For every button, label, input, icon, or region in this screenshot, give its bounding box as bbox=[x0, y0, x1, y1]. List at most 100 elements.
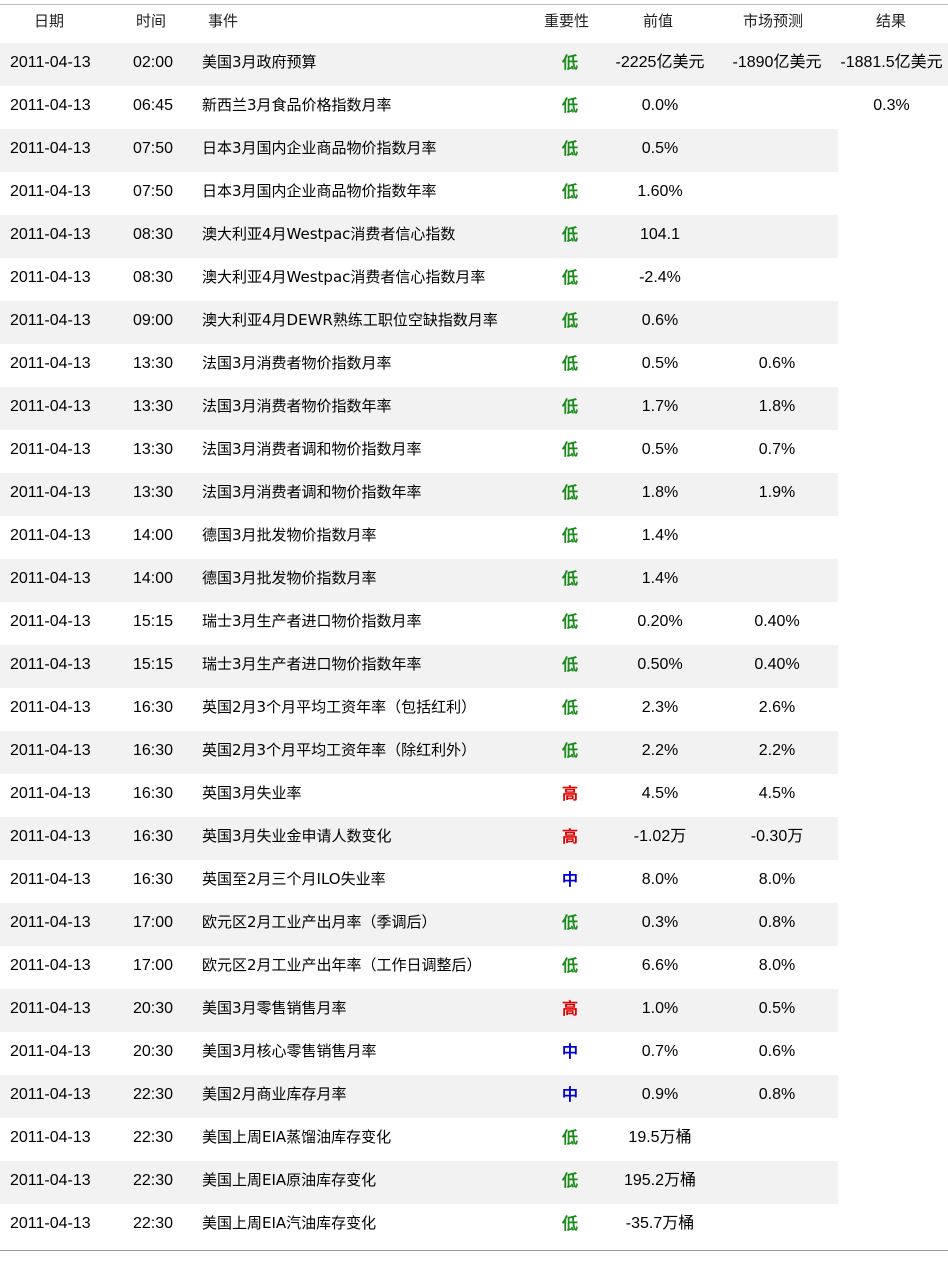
row-date: 2011-04-13 bbox=[10, 269, 91, 286]
row-forecast bbox=[718, 172, 836, 215]
bottom-divider bbox=[0, 1250, 948, 1251]
row-time: 14:00 bbox=[132, 527, 174, 544]
row-event: 德国3月批发物价指数月率 bbox=[202, 526, 377, 544]
table-row: 2011-04-13 20:30 美国3月核心零售销售月率 中 0.7% 0.6% bbox=[0, 1032, 948, 1075]
row-date: 2011-04-13 bbox=[10, 1086, 91, 1103]
row-event: 澳大利亚4月Westpac消费者信心指数月率 bbox=[202, 268, 486, 286]
row-date: 2011-04-13 bbox=[10, 97, 91, 114]
row-forecast: 0.40% bbox=[754, 613, 800, 630]
row-forecast: 8.0% bbox=[758, 957, 796, 974]
row-time: 17:00 bbox=[132, 914, 174, 931]
row-date: 2011-04-13 bbox=[10, 914, 91, 931]
row-time: 07:50 bbox=[132, 140, 174, 157]
table-row: 2011-04-13 07:50 日本3月国内企业商品物价指数月率 低 0.5% bbox=[0, 129, 948, 172]
row-importance: 低 bbox=[561, 225, 578, 244]
row-forecast: 0.8% bbox=[758, 1086, 796, 1103]
table-row: 2011-04-13 22:30 美国2月商业库存月率 中 0.9% 0.8% bbox=[0, 1075, 948, 1118]
row-time: 17:00 bbox=[132, 957, 174, 974]
row-event: 新西兰3月食品价格指数月率 bbox=[202, 96, 392, 114]
row-time: 15:15 bbox=[132, 613, 174, 630]
row-time: 02:00 bbox=[132, 54, 174, 71]
row-result bbox=[835, 1161, 948, 1204]
row-result bbox=[835, 516, 948, 559]
row-previous: 0.50% bbox=[637, 656, 683, 673]
row-forecast bbox=[718, 129, 836, 172]
row-forecast: 8.0% bbox=[758, 871, 796, 888]
table-row: 2011-04-13 17:00 欧元区2月工业产出月率（季调后） 低 0.3% 0.8% bbox=[0, 903, 948, 946]
row-forecast bbox=[718, 1118, 836, 1161]
row-event: 欧元区2月工业产出年率（工作日调整后） bbox=[202, 956, 482, 974]
economic-calendar-page: 日期 时间 事件 重要性 前值 市场预测 结果 2011-04-13 02:00 美… bbox=[0, 0, 948, 1261]
row-previous: 195.2万桶 bbox=[623, 1172, 697, 1189]
row-previous: 0.20% bbox=[637, 613, 683, 630]
header-importance: 重要性 bbox=[544, 12, 590, 30]
table-row: 2011-04-13 22:30 美国上周EIA原油库存变化 低 195.2万桶 bbox=[0, 1161, 948, 1204]
row-result bbox=[835, 688, 948, 731]
row-event: 欧元区2月工业产出月率（季调后） bbox=[202, 913, 437, 931]
row-date: 2011-04-13 bbox=[10, 1043, 91, 1060]
calendar-table-body: 2011-04-13 02:00 美国3月政府预算低 -2225亿美元 -1890亿美元… bbox=[0, 43, 948, 1247]
row-time: 16:30 bbox=[132, 699, 174, 716]
row-previous: 0.5% bbox=[641, 355, 679, 372]
row-event: 英国3月失业金申请人数变化 bbox=[202, 827, 392, 845]
row-previous: 19.5万桶 bbox=[628, 1129, 692, 1146]
row-forecast bbox=[718, 559, 836, 602]
row-event: 日本3月国内企业商品物价指数月率 bbox=[202, 139, 437, 157]
row-result bbox=[835, 1204, 948, 1247]
header-event: 事件 bbox=[208, 12, 239, 30]
row-forecast: 0.5% bbox=[758, 1000, 796, 1017]
row-importance: 低 bbox=[561, 526, 578, 545]
row-forecast: 1.9% bbox=[758, 484, 796, 501]
row-previous: 0.5% bbox=[641, 441, 679, 458]
row-previous: 1.7% bbox=[641, 398, 679, 415]
row-importance: 低 bbox=[561, 354, 578, 373]
row-date: 2011-04-13 bbox=[10, 785, 91, 802]
row-date: 2011-04-13 bbox=[10, 1000, 91, 1017]
row-previous: -35.7万桶 bbox=[625, 1215, 695, 1232]
header-time: 时间 bbox=[136, 12, 167, 30]
row-date: 2011-04-13 bbox=[10, 54, 91, 71]
row-forecast bbox=[718, 258, 836, 301]
row-previous: 104.1 bbox=[639, 226, 681, 243]
row-importance: 低 bbox=[561, 913, 578, 932]
row-result: 0.3% bbox=[873, 97, 910, 114]
row-event: 美国上周EIA蒸馏油库存变化 bbox=[202, 1128, 392, 1146]
row-date: 2011-04-13 bbox=[10, 957, 91, 974]
row-previous: 1.4% bbox=[641, 527, 679, 544]
row-previous: 0.9% bbox=[641, 1086, 679, 1103]
row-event: 美国2月商业库存月率 bbox=[202, 1085, 347, 1103]
row-importance: 低 bbox=[561, 1171, 578, 1190]
row-result bbox=[835, 473, 948, 516]
row-event: 法国3月消费者物价指数年率 bbox=[202, 397, 392, 415]
row-forecast: 0.7% bbox=[758, 441, 796, 458]
row-date: 2011-04-13 bbox=[10, 484, 91, 501]
row-forecast: 0.6% bbox=[758, 1043, 796, 1060]
row-date: 2011-04-13 bbox=[10, 140, 91, 157]
row-event: 法国3月消费者调和物价指数年率 bbox=[202, 483, 422, 501]
row-forecast: 0.6% bbox=[758, 355, 796, 372]
row-result bbox=[835, 817, 948, 860]
row-event: 英国至2月三个月ILO失业率 bbox=[202, 870, 386, 888]
row-result bbox=[835, 903, 948, 946]
row-forecast: 2.2% bbox=[758, 742, 796, 759]
row-time: 16:30 bbox=[132, 871, 174, 888]
table-row: 2011-04-13 16:30 英国3月失业金申请人数变化 高 -1.02万 -0.30… bbox=[0, 817, 948, 860]
row-time: 07:50 bbox=[132, 183, 174, 200]
row-time: 22:30 bbox=[132, 1172, 174, 1189]
row-importance: 高 bbox=[561, 999, 578, 1018]
row-time: 09:00 bbox=[132, 312, 174, 329]
table-row: 2011-04-13 08:30 澳大利亚4月Westpac消费者信心指数月率 低 -2… bbox=[0, 258, 948, 301]
table-row: 2011-04-13 09:00 澳大利亚4月DEWR熟练工职位空缺指数月率 低 0.6… bbox=[0, 301, 948, 344]
row-result bbox=[835, 774, 948, 817]
table-row: 2011-04-13 13:30 法国3月消费者调和物价指数月率 低 0.5% 0.7% bbox=[0, 430, 948, 473]
row-result bbox=[835, 344, 948, 387]
row-result bbox=[835, 129, 948, 172]
header-forecast: 市场预测 bbox=[743, 12, 804, 30]
row-event: 瑞士3月生产者进口物价指数年率 bbox=[202, 655, 422, 673]
table-row: 2011-04-13 13:30 法国3月消费者物价指数年率 低 1.7% 1.8% bbox=[0, 387, 948, 430]
row-time: 22:30 bbox=[132, 1086, 174, 1103]
row-time: 22:30 bbox=[132, 1129, 174, 1146]
row-importance: 低 bbox=[561, 96, 578, 115]
row-result bbox=[835, 258, 948, 301]
table-row: 2011-04-13 07:50 日本3月国内企业商品物价指数年率 低 1.60% bbox=[0, 172, 948, 215]
